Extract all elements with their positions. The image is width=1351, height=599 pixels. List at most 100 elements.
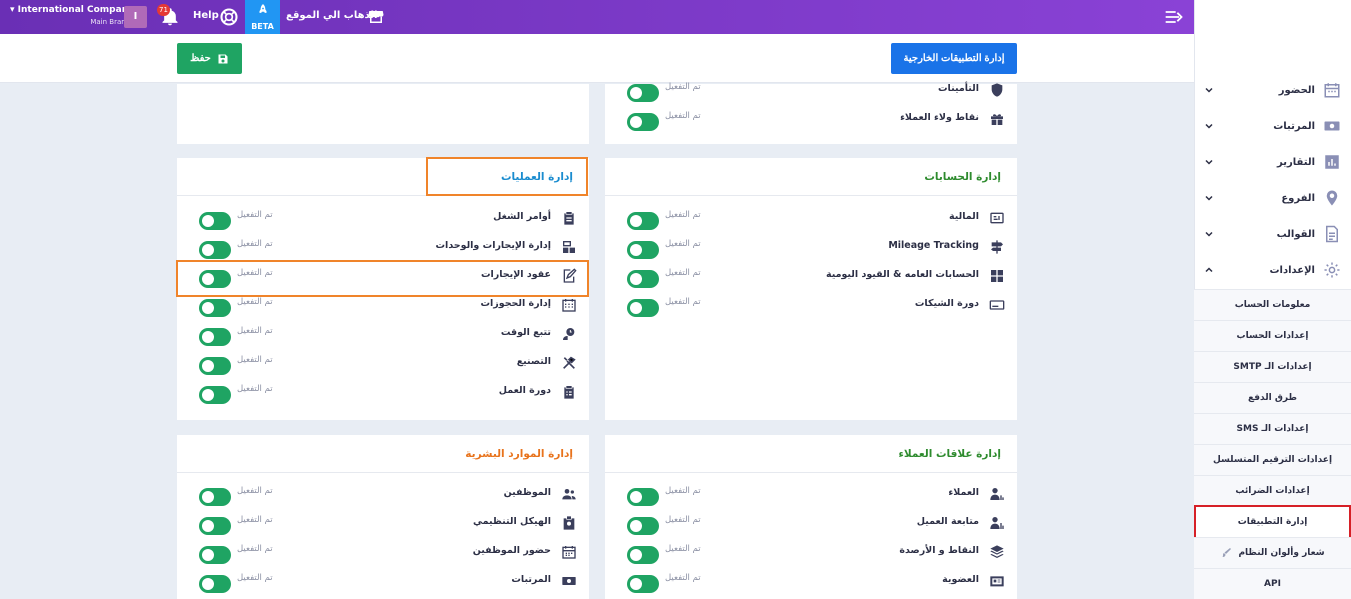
sidebar-sub-api[interactable]: API [1194,568,1351,599]
sidebar-item-label: التقارير [1277,156,1315,168]
clipboard-list-icon [564,386,574,399]
status-text: تم التفعيل [237,486,273,496]
sidebar-item-reports[interactable]: التقارير [1194,144,1351,180]
row-label: متابعة العميل [916,516,979,527]
enable-toggle[interactable] [199,212,231,230]
enable-toggle[interactable] [627,212,659,230]
enable-toggle[interactable] [199,241,231,259]
gear-icon [1324,262,1340,278]
list-item: النقاط و الأرصدة تم التفعيل [605,540,1017,566]
enable-toggle[interactable] [199,488,231,506]
sidebar-sub-payment-methods[interactable]: طرق الدفع [1194,382,1351,413]
calendar-icon [562,546,576,559]
enable-toggle[interactable] [199,328,231,346]
store-icon[interactable] [367,8,385,26]
time-tracking-icon [563,328,575,340]
card-title: إدارة الموارد البشرية [465,448,573,460]
list-item: دورة الشيكات تم التفعيل [605,293,1017,319]
beta-button[interactable]: BETA [245,0,280,34]
enable-toggle[interactable] [627,113,659,131]
status-text: تم التفعيل [237,384,273,394]
sidebar-sub-logo-colors[interactable]: شعار وألوان النظام [1194,537,1351,568]
status-text: تم التفعيل [665,111,701,121]
enable-toggle[interactable] [627,546,659,564]
list-item: الحسابات العامه & القيود اليومية تم التف… [605,264,1017,290]
sidebar-sub-sms-settings[interactable]: إعدادات الـ SMS [1194,413,1351,444]
card-accounts: إدارة الحسابات المالية تم التفعيل Mileag… [605,158,1017,420]
help-link[interactable]: Help [193,10,219,21]
enable-toggle[interactable] [627,84,659,102]
paint-brush-icon [1222,548,1232,557]
card-header: إدارة الموارد البشرية [177,435,589,473]
row-label: أوامر الشغل [493,211,551,222]
enable-toggle[interactable] [199,386,231,404]
enable-toggle[interactable] [627,517,659,535]
floppy-icon [218,54,228,63]
card-misc: التأمينات تم التفعيل نقاط ولاء العملاء ت… [605,82,1017,144]
sidebar-sub-app-management[interactable]: إدارة التطبيقات [1194,505,1351,539]
sidebar-sub-account-settings[interactable]: إعدادات الحساب [1194,320,1351,351]
external-apps-button[interactable]: إدارة التطبيقات الخارجية [891,43,1017,74]
status-text: تم التفعيل [237,326,273,336]
enable-toggle[interactable] [199,299,231,317]
rocket-icon [259,4,266,13]
enable-toggle[interactable] [627,299,659,317]
status-text: تم التفعيل [237,210,273,220]
status-text: تم التفعيل [665,486,701,496]
layers-icon [990,545,1004,558]
sidebar-item-payroll[interactable]: المرتبات [1194,108,1351,144]
row-label: دورة الشيكات [914,298,979,309]
money-icon [1324,121,1340,131]
status-text: تم التفعيل [665,297,701,307]
save-button[interactable]: حفظ [177,43,242,74]
row-label: العملاء [948,487,979,498]
status-text: تم التفعيل [665,573,701,583]
sidebar-item-settings[interactable]: الإعدادات [1194,252,1351,288]
collapse-menu-icon[interactable] [1164,8,1184,26]
status-text: تم التفعيل [237,297,273,307]
avatar[interactable]: I [124,6,147,28]
notification-badge: 71 [157,4,170,16]
enable-toggle[interactable] [199,546,231,564]
ledger-icon [991,270,1003,282]
row-label: تتبع الوقت [500,327,551,338]
enable-toggle[interactable] [199,575,231,593]
chevron-down-icon [1205,231,1213,237]
sidebar-sub-account-info[interactable]: معلومات الحساب [1194,289,1351,320]
status-text: تم التفعيل [665,544,701,554]
card-header: إدارة العمليات [177,158,589,196]
sidebar-sub-tax-settings[interactable]: إعدادات الضرائب [1194,475,1351,506]
enable-toggle[interactable] [199,357,231,375]
gift-icon [991,114,1003,125]
list-item: إدارة الحجوزات تم التفعيل [177,293,589,319]
enable-toggle[interactable] [627,575,659,593]
enable-toggle[interactable] [627,270,659,288]
sub-item-label: شعار وألوان النظام [1238,548,1325,558]
users-icon [562,489,576,500]
enable-toggle[interactable] [627,241,659,259]
enable-toggle[interactable] [627,488,659,506]
goto-site-link[interactable]: الذهاب الي الموقع [286,10,378,21]
list-item: التصنيع تم التفعيل [177,351,589,377]
list-item: المرتبات تم التفعيل [177,569,589,595]
document-icon [1326,225,1338,243]
status-text: تم التفعيل [237,515,273,525]
beta-label: BETA [251,22,274,31]
company-switcher[interactable]: ▾ International Company Main Branch [10,4,134,28]
sidebar-item-templates[interactable]: القوالب [1194,216,1351,252]
enable-toggle[interactable] [199,270,231,288]
sidebar-item-attendance[interactable]: الحضور [1194,72,1351,108]
status-text: تم التفعيل [237,268,273,278]
sidebar-item-branches[interactable]: الفروع [1194,180,1351,216]
card-hr: إدارة الموارد البشرية الموظفين تم التفعي… [177,435,589,599]
row-label: العضوية [942,574,979,585]
contract-icon [563,268,577,283]
enable-toggle[interactable] [199,517,231,535]
row-label: عقود الإيجارات [480,269,551,280]
row-label: المالية [949,211,979,222]
row-label: الحسابات العامه & القيود اليومية [825,269,979,280]
sidebar-sub-serial-numbering[interactable]: إعدادات الترقيم المتسلسل [1194,444,1351,475]
sidebar-sub-smtp-settings[interactable]: إعدادات الـ SMTP [1194,351,1351,382]
lifering-icon[interactable] [219,7,239,27]
chevron-down-icon [1205,159,1213,165]
